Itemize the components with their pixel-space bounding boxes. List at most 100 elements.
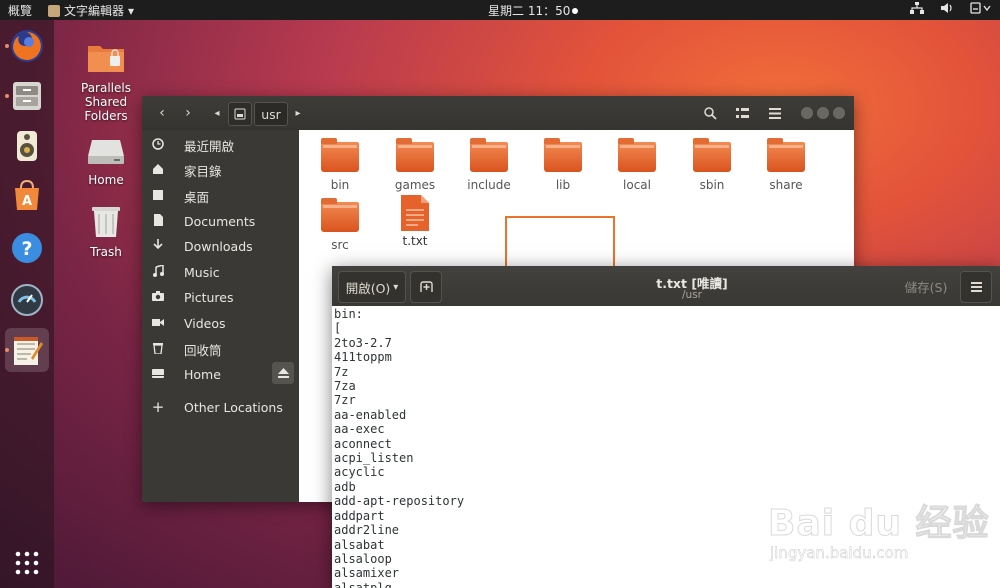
search-icon bbox=[703, 106, 717, 120]
text-editor-menu-button[interactable] bbox=[960, 271, 992, 303]
file-t-txt[interactable]: t.txt bbox=[379, 194, 451, 248]
text-line: [ bbox=[334, 321, 342, 336]
desktop-icon-label: Home bbox=[88, 173, 124, 187]
sidebar-item-desktop[interactable]: 桌面 bbox=[142, 184, 299, 208]
path-scroll-right[interactable]: ▸ bbox=[290, 102, 306, 124]
show-apps-button[interactable] bbox=[14, 550, 40, 576]
drive-icon bbox=[88, 140, 124, 164]
text-editor-launcher[interactable] bbox=[5, 328, 49, 372]
sidebar-item-home-folder[interactable]: 家目錄 bbox=[142, 158, 299, 182]
close-button[interactable] bbox=[833, 107, 845, 119]
clock[interactable]: 星期二 11：50 bbox=[488, 2, 579, 19]
menu-button[interactable] bbox=[762, 102, 788, 124]
new-tab-icon bbox=[419, 281, 433, 292]
desktop-icon bbox=[150, 189, 166, 204]
folder-include[interactable]: include bbox=[453, 138, 525, 192]
files-launcher[interactable] bbox=[5, 74, 49, 118]
sidebar-item-label: Other Locations bbox=[184, 399, 283, 415]
minimize-button[interactable] bbox=[801, 107, 813, 119]
text-line: 411toppm bbox=[334, 350, 392, 365]
path-root-button[interactable] bbox=[228, 102, 252, 126]
file-label: games bbox=[394, 178, 436, 192]
hamburger-icon bbox=[970, 282, 982, 292]
file-label: bin bbox=[330, 178, 350, 192]
eject-button[interactable] bbox=[272, 362, 294, 384]
folder-src[interactable]: src bbox=[304, 198, 376, 252]
save-button-label: 儲存(S) bbox=[904, 279, 948, 295]
help-launcher[interactable]: ? bbox=[5, 226, 49, 270]
folder-lib[interactable]: lib bbox=[527, 138, 599, 192]
desktop-icon-shared-folders[interactable]: Parallels Shared Folders bbox=[66, 40, 146, 123]
sidebar-item-trash[interactable]: 回收筒 bbox=[142, 337, 299, 361]
dock: A ? bbox=[0, 20, 54, 588]
rhythmbox-launcher[interactable] bbox=[5, 124, 49, 168]
chevron-left-icon: ‹ bbox=[159, 105, 165, 121]
watermark-url: jingyan.baidu.com bbox=[770, 544, 909, 562]
forward-button[interactable]: › bbox=[176, 102, 200, 124]
sidebar-item-label: Downloads bbox=[184, 238, 253, 254]
text-line: 7za bbox=[334, 379, 356, 394]
folder-local[interactable]: local bbox=[601, 138, 673, 192]
sidebar-item-label: Documents bbox=[184, 213, 256, 229]
folder-icon bbox=[544, 138, 582, 172]
folder-sbin[interactable]: sbin bbox=[676, 138, 748, 192]
open-button[interactable]: 開啟(O) ▾ bbox=[338, 271, 406, 303]
folder-bin[interactable]: bin bbox=[304, 138, 376, 192]
desktop-icon-home[interactable]: Home bbox=[66, 136, 146, 187]
sidebar-item-pictures[interactable]: Pictures bbox=[142, 285, 299, 309]
software-center-icon: A bbox=[15, 179, 39, 210]
sidebar-item-label: 桌面 bbox=[184, 189, 210, 205]
app-menu[interactable]: 文字編輯器 ▾ bbox=[48, 2, 134, 19]
sidebar-item-label: Videos bbox=[184, 315, 226, 331]
settings-dial-icon bbox=[11, 284, 43, 316]
folder-share[interactable]: share bbox=[750, 138, 822, 192]
folder-games[interactable]: games bbox=[379, 138, 451, 192]
sidebar-item-music[interactable]: Music bbox=[142, 260, 299, 284]
sidebar-item-downloads[interactable]: Downloads bbox=[142, 234, 299, 258]
chevron-right-icon: › bbox=[185, 105, 191, 121]
text-line: bin: bbox=[334, 307, 363, 321]
new-document-button[interactable] bbox=[410, 271, 442, 303]
places-sidebar: 最近開啟 家目錄 桌面 Documents Downloads Music Pi… bbox=[142, 130, 299, 502]
sidebar-item-videos[interactable]: Videos bbox=[142, 311, 299, 335]
sidebar-item-recent[interactable]: 最近開啟 bbox=[142, 133, 299, 157]
system-tray[interactable] bbox=[910, 2, 992, 14]
activities-button[interactable]: 概覽 bbox=[8, 2, 32, 19]
settings-dial-launcher[interactable] bbox=[5, 278, 49, 322]
desktop-icon-trash[interactable]: Trash bbox=[66, 202, 146, 259]
chevron-down-icon: ▾ bbox=[128, 3, 135, 18]
text-line: acyclic bbox=[334, 465, 385, 480]
save-button[interactable]: 儲存(S) bbox=[898, 271, 954, 301]
sidebar-item-label: Home bbox=[184, 366, 221, 382]
text-line: aa-exec bbox=[334, 422, 385, 437]
text-editor-headerbar: 開啟(O) ▾ t.txt [唯讀] /usr 儲存(S) bbox=[332, 266, 1000, 306]
search-button[interactable] bbox=[697, 102, 723, 124]
triangle-left-icon: ◂ bbox=[214, 107, 220, 119]
view-list-button[interactable] bbox=[729, 102, 755, 124]
volume-icon bbox=[941, 3, 952, 13]
files-headerbar: ‹ › ◂ usr ▸ bbox=[142, 96, 854, 130]
clock-icon bbox=[150, 137, 166, 153]
text-file-icon bbox=[401, 195, 429, 231]
maximize-button[interactable] bbox=[817, 107, 829, 119]
path-scroll-left[interactable]: ◂ bbox=[208, 102, 226, 124]
trash-icon bbox=[150, 342, 166, 357]
folder-icon bbox=[693, 138, 731, 172]
text-editor-icon bbox=[48, 4, 60, 17]
firefox-launcher[interactable] bbox=[5, 24, 49, 68]
software-center-launcher[interactable]: A bbox=[5, 174, 49, 218]
folder-icon bbox=[321, 198, 359, 232]
sidebar-item-other-locations[interactable]: + Other Locations bbox=[142, 395, 299, 419]
path-segment-usr[interactable]: usr bbox=[254, 102, 288, 126]
grid-icon bbox=[15, 551, 39, 575]
file-label: lib bbox=[555, 178, 571, 192]
running-indicator bbox=[5, 348, 9, 352]
sidebar-item-label: Music bbox=[184, 264, 220, 280]
sidebar-item-documents[interactable]: Documents bbox=[142, 209, 299, 233]
file-label: include bbox=[467, 178, 511, 192]
back-button[interactable]: ‹ bbox=[150, 102, 174, 124]
network-icon bbox=[910, 2, 924, 14]
desktop-icon-label: Trash bbox=[90, 245, 122, 259]
sidebar-item-home-drive[interactable]: Home bbox=[142, 362, 299, 386]
text-line: aa-enabled bbox=[334, 407, 407, 422]
